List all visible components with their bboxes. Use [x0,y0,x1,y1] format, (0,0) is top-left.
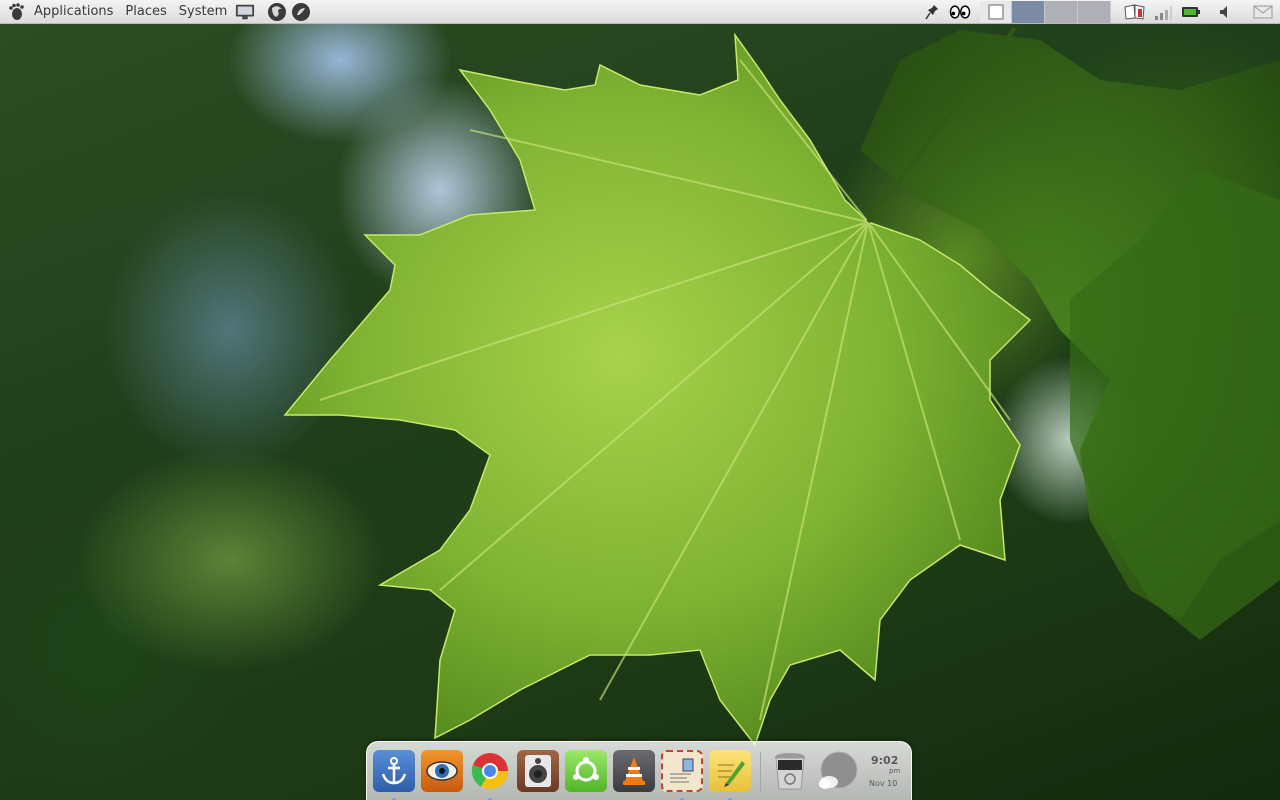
top-panel: Applications Places System [0,0,1280,24]
eye-of-gnome-icon[interactable] [421,750,463,792]
gnome-foot-icon[interactable] [6,2,26,22]
battery-icon[interactable] [1180,1,1202,23]
workspace-1[interactable] [980,1,1012,23]
pin-icon[interactable] [921,1,943,23]
trash-icon[interactable] [769,750,811,792]
workspace-3[interactable] [1045,1,1078,23]
workspace-4[interactable] [1078,1,1111,23]
anchor-icon[interactable] [373,750,415,792]
maple-leaf-wallpaper [283,26,1280,747]
speaker-icon[interactable] [517,750,559,792]
ubuntu-software-icon[interactable] [565,750,607,792]
network-signal-icon[interactable] [1152,1,1174,23]
show-desktop-icon[interactable] [235,2,255,22]
notes-pencil-icon[interactable] [709,750,751,792]
mail-icon[interactable] [1252,1,1274,23]
xeyes-icon[interactable] [949,1,971,23]
dock-clock[interactable]: 9:02 pm Nov 10 [865,751,909,795]
applications-menu[interactable]: Applications [28,0,119,24]
places-menu[interactable]: Places [119,0,172,24]
dictionary-icon[interactable] [1124,1,1146,23]
clock-date: Nov 10 [869,779,898,788]
firefox-icon[interactable] [267,2,287,22]
workspace-switcher[interactable] [980,1,1111,23]
workspace-2[interactable] [1012,1,1045,23]
clock-time: 9:02 [871,754,899,767]
vlc-icon[interactable] [613,750,655,792]
dock-separator [760,752,761,792]
pidgin-icon[interactable] [291,2,311,22]
volume-icon[interactable] [1215,1,1237,23]
mail-stamp-icon[interactable] [661,750,703,792]
system-tray [918,0,1280,24]
weather-icon[interactable] [817,750,859,792]
desktop[interactable]: Applications Places System 9:02 pm Nov 1… [0,0,1280,800]
chrome-icon[interactable] [469,750,511,792]
system-menu[interactable]: System [173,0,233,24]
clock-ampm: pm [889,767,901,775]
dock: 9:02 pm Nov 10 [366,741,912,800]
